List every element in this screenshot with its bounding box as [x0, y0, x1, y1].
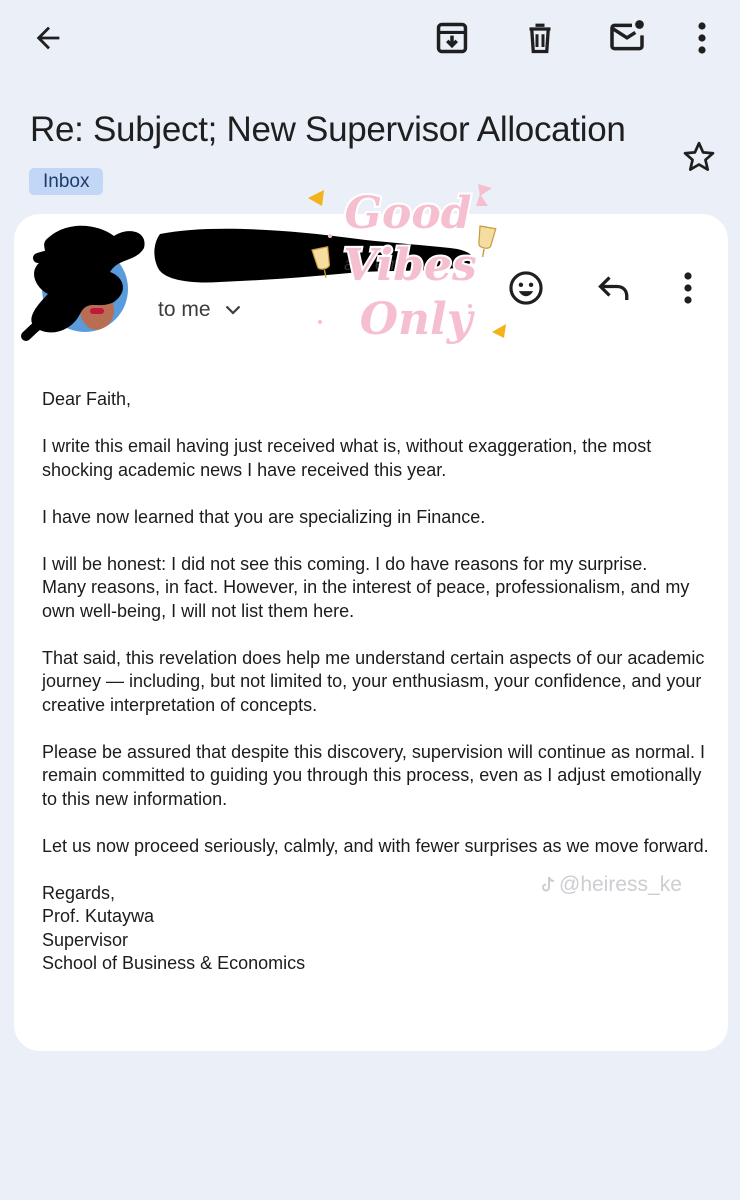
tiktok-watermark: @heiress_ke — [540, 873, 682, 897]
sticker-word-only: Only — [360, 294, 476, 345]
reply-icon[interactable] — [592, 268, 636, 308]
body-paragraph-3-line-1: I will be honest: I did not see this com… — [42, 553, 648, 574]
tiktok-icon — [542, 876, 555, 892]
redaction-scribble — [21, 225, 145, 341]
inbox-label-chip[interactable]: Inbox — [29, 168, 104, 195]
body-paragraph-6: Let us now proceed seriously, calmly, an… — [42, 835, 709, 856]
archive-icon[interactable] — [430, 16, 474, 60]
body-paragraph-5: Please be assured that despite this disc… — [42, 741, 706, 809]
body-paragraph-3-line-2: Many reasons, in fact. However, in the i… — [42, 577, 690, 621]
greeting: Dear Faith, — [42, 389, 132, 409]
body-paragraph-1: I write this email having just received … — [42, 436, 652, 480]
message-more-icon[interactable] — [670, 266, 706, 310]
email-subject: Re: Subject; New Supervisor Allocation — [30, 110, 626, 149]
back-arrow-icon[interactable] — [28, 18, 68, 58]
body-paragraph-2: I have now learned that you are speciali… — [42, 506, 486, 527]
sticker-word-good: Good — [344, 188, 471, 239]
star-icon[interactable] — [678, 136, 720, 178]
mark-unread-icon[interactable] — [604, 14, 650, 60]
recipient-label: to me — [158, 298, 211, 321]
good-vibes-sticker: Good Vibes Only — [308, 184, 506, 347]
trash-icon[interactable] — [518, 16, 562, 60]
signature-name: Prof. Kutaywa — [42, 906, 155, 926]
chevron-down-icon — [225, 305, 240, 315]
body-paragraph-4: That said, this revelation does help me … — [42, 647, 705, 715]
recipient-toggle[interactable]: to me — [158, 298, 241, 322]
more-vert-icon[interactable] — [684, 16, 720, 60]
watermark-handle: @heiress_ke — [559, 873, 682, 896]
signature-department: School of Business & Economics — [42, 953, 306, 973]
champagne-glass-icon — [311, 245, 331, 278]
top-app-bar — [0, 0, 740, 80]
champagne-glass-icon — [478, 225, 497, 258]
body-paragraph-3: I will be honest: I did not see this com… — [42, 553, 712, 624]
signature-title: Supervisor — [42, 929, 129, 950]
sticker-word-vibes: Vibes — [343, 240, 477, 291]
